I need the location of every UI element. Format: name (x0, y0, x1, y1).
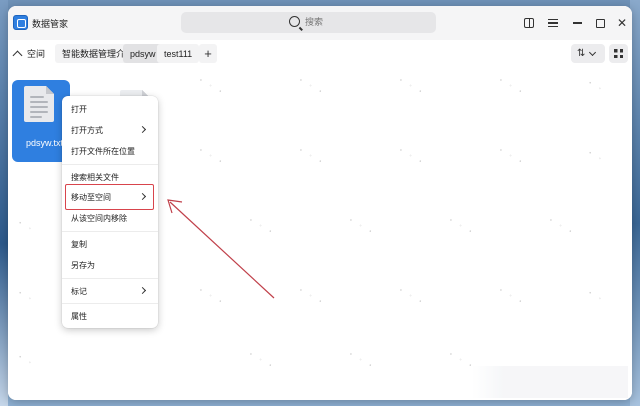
watermark: ▪ ▫ ▪ (198, 77, 226, 97)
menu-separator (62, 164, 158, 165)
annotation-highlight-box (65, 184, 154, 210)
watermark: ▪ ▫ ▪ (398, 287, 426, 307)
watermark: ▪ ▫ (587, 150, 606, 164)
menu-item-remove-from-space[interactable]: 从该空间内移除 (62, 208, 158, 228)
menu-item-open-location[interactable]: 打开文件所在位置 (62, 141, 158, 161)
menu-separator (62, 231, 158, 232)
menu-item-save-as[interactable]: 另存为 (62, 255, 158, 275)
file-name: pdsyw.txt (26, 138, 64, 148)
menu-item-open[interactable]: 打开 (62, 99, 158, 119)
watermark: ▪ ▫ ▪ (348, 217, 376, 237)
search-icon (289, 16, 300, 27)
chevron-down-icon (589, 48, 597, 56)
watermark: ▪ ▫ (17, 354, 36, 368)
menu-separator (62, 278, 158, 279)
desktop-background-left (0, 0, 8, 406)
menu-item-label: 搜索相关文件 (71, 172, 119, 182)
maximize-icon[interactable] (593, 16, 607, 30)
blurred-watermark-area (472, 366, 628, 398)
annotation-arrow-icon (167, 199, 275, 299)
search-input[interactable] (305, 17, 345, 27)
sort-button[interactable]: ⇅ (571, 44, 605, 63)
context-menu: 打开 打开方式 打开文件所在位置 搜索相关文件 移动至空间 从该空间内移除 复制… (62, 96, 158, 328)
watermark: ▪ ▫ ▪ (498, 77, 526, 97)
watermark: ▪ ▫ (17, 220, 36, 234)
menu-item-label: 打开方式 (71, 125, 103, 135)
close-icon[interactable]: ✕ (615, 16, 629, 30)
menu-item-label: 打开 (71, 104, 87, 114)
menu-separator (62, 303, 158, 304)
sort-icon: ⇅ (577, 47, 586, 59)
chevron-right-icon (138, 125, 147, 134)
menu-item-open-with[interactable]: 打开方式 (62, 120, 158, 140)
watermark: ▪ ▫ ▪ (398, 147, 426, 167)
watermark: ▪ ▫ ▪ (348, 351, 376, 371)
app-logo-icon (13, 15, 28, 30)
menu-icon[interactable] (546, 16, 560, 30)
minimize-icon[interactable] (570, 16, 584, 30)
menu-item-label: 从该空间内移除 (71, 213, 127, 223)
watermark: ▪ ▫ ▪ (248, 351, 276, 371)
menu-item-label: 复制 (71, 239, 87, 249)
menu-item-copy[interactable]: 复制 (62, 234, 158, 254)
grid-view-button[interactable] (609, 44, 628, 63)
menu-item-label: 另存为 (71, 260, 95, 270)
watermark: ▪ ▫ ▪ (548, 217, 576, 237)
app-window: 数据管家 ✕ 空间 智能数据管理介绍 pdsyw test111 + ⇅ ▪ ▫… (8, 6, 632, 400)
chevron-up-icon (12, 50, 23, 60)
sidebar-toggle-icon[interactable] (522, 16, 536, 30)
watermark: ▪ ▫ ▪ (498, 147, 526, 167)
watermark: ▪ ▫ (587, 80, 606, 94)
add-tab-button[interactable]: + (199, 44, 217, 63)
watermark: ▪ ▫ (17, 290, 36, 304)
spaces-toggle[interactable]: 空间 (12, 45, 46, 61)
menu-item-properties[interactable]: 属性 (62, 306, 158, 326)
watermark: ▪ ▫ ▪ (448, 217, 476, 237)
watermark: ▪ ▫ ▪ (298, 287, 326, 307)
document-icon (24, 86, 54, 122)
watermark: ▪ ▫ ▪ (398, 77, 426, 97)
grid-icon (614, 49, 623, 58)
tab-test111[interactable]: test111 (157, 44, 200, 63)
watermark: ▪ ▫ ▪ (198, 147, 226, 167)
menu-item-label: 属性 (71, 311, 87, 321)
search-box[interactable] (181, 12, 436, 33)
watermark: ▪ ▫ ▪ (298, 77, 326, 97)
menu-item-label: 标记 (71, 286, 87, 296)
app-title: 数据管家 (32, 19, 69, 29)
watermark: ▪ ▫ ▪ (498, 287, 526, 307)
chevron-right-icon (138, 286, 147, 295)
watermark: ▪ ▫ ▪ (298, 147, 326, 167)
tab-toolbar: 空间 智能数据管理介绍 pdsyw test111 + ⇅ (8, 40, 632, 66)
file-thumbnail (24, 86, 54, 122)
menu-item-label: 打开文件所在位置 (71, 146, 135, 156)
title-bar: 数据管家 ✕ (8, 6, 632, 40)
watermark: ▪ ▫ (587, 290, 606, 304)
spaces-label: 空间 (27, 48, 46, 59)
menu-item-tag[interactable]: 标记 (62, 281, 158, 301)
